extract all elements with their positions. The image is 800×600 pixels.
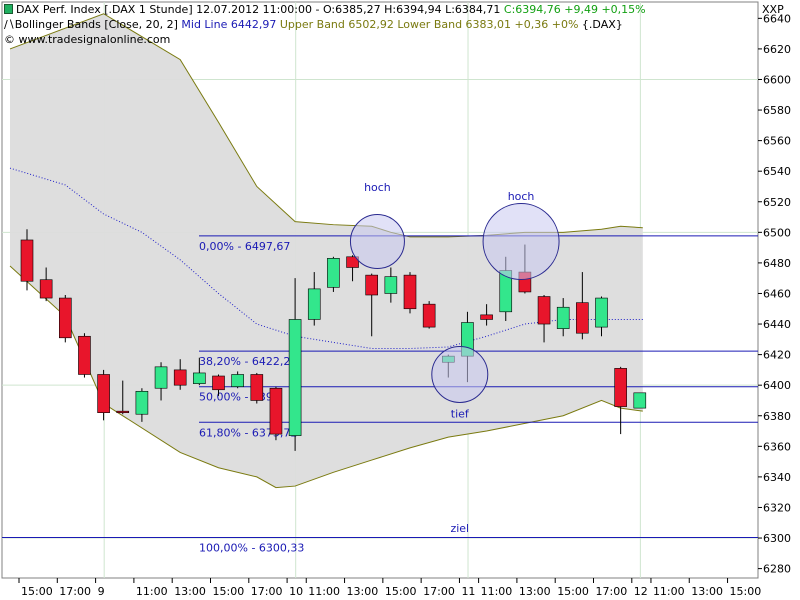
x-tick-label: 11 — [461, 585, 475, 598]
candle-up — [595, 297, 608, 328]
y-tick-label: 6580 — [763, 104, 791, 117]
candle-up — [327, 258, 340, 288]
y-tick-label: 6460 — [763, 287, 791, 300]
candle-up — [154, 366, 168, 389]
y-tick-label: 6340 — [763, 471, 791, 484]
x-tick-label: 17:00 — [59, 585, 91, 598]
candle-down — [20, 239, 34, 282]
x-tick-label: 15:00 — [21, 585, 53, 598]
y-tick-label: 6540 — [763, 165, 791, 178]
x-tick-label: 11:00 — [481, 585, 513, 598]
y-tick-label: 6280 — [763, 563, 791, 576]
x-tick-label: 17:00 — [251, 585, 283, 598]
indicator-icon: ∕∖ — [4, 18, 15, 31]
annotation-circle — [349, 214, 405, 270]
candle-down — [97, 374, 110, 413]
x-tick-label: 15:00 — [213, 585, 245, 598]
bollinger-legend: ∕∖Bollinger Bands [Close, 20, 2] Mid Lin… — [4, 17, 646, 32]
x-tick-label: 17:00 — [423, 585, 455, 598]
x-tick-label: 11:00 — [136, 585, 168, 598]
y-tick-label: 6500 — [763, 226, 791, 239]
fib-level-label: 38,20% - 6422,29 — [199, 355, 297, 368]
candle-down — [365, 274, 379, 296]
candle-up — [633, 392, 647, 409]
x-tick-label: 15:00 — [385, 585, 417, 598]
annotation-label: tief — [451, 407, 470, 420]
x-axis: 15:00 17:00 9 11:00 13:00 15:00 17:00 10 11:00 13… — [18, 578, 762, 598]
x-tick-label: 11:00 — [308, 585, 340, 598]
x-tick-label: 15:00 — [730, 585, 762, 598]
x-tick-label: 11:00 — [653, 585, 685, 598]
y-tick-label: 6480 — [763, 257, 791, 270]
y-tick-label: 6360 — [763, 440, 791, 453]
candle-down — [78, 335, 91, 375]
x-tick-label: 13:00 — [519, 585, 551, 598]
x-tick-label: 9 — [98, 585, 105, 598]
close-change: C:6394,76 +9,49 +0,15% — [503, 3, 646, 16]
fib-level-label: 0,00% - 6497,67 — [199, 240, 290, 253]
y-tick-label: 6380 — [763, 410, 791, 423]
candle-down — [422, 303, 436, 328]
x-tick-label: 13:00 — [691, 585, 723, 598]
candle-down — [116, 410, 130, 413]
candle-up — [556, 306, 570, 329]
candle-down — [250, 374, 264, 401]
x-tick-label: 15:00 — [557, 585, 589, 598]
x-tick-label: 13:00 — [174, 585, 206, 598]
annotation-label: ziel — [450, 522, 469, 535]
y-tick-label: 6620 — [763, 43, 791, 56]
candle-down — [212, 375, 225, 391]
chart-header: DAX Perf. Index [.DAX 1 Stunde] 12.07.20… — [4, 2, 646, 47]
annotation-label: hoch — [508, 190, 535, 203]
copyright-line: © www.tradesignalonline.com — [4, 33, 171, 46]
candle-down — [537, 296, 551, 325]
x-tick-label: 17:00 — [596, 585, 628, 598]
fib-level-label: 50,00% - 6399 — [199, 391, 280, 404]
instrument-icon — [4, 4, 13, 14]
bollinger-name: Bollinger Bands [Close, 20, 2] — [14, 18, 182, 31]
fib-level-label: 100,00% - 6300,33 — [199, 542, 304, 555]
bollinger-symbol: {.DAX} — [578, 18, 623, 31]
candle-down — [58, 297, 72, 339]
y-tick-label: 6560 — [763, 135, 791, 148]
annotation-circle — [482, 203, 560, 281]
x-tick-label: 12 — [634, 585, 648, 598]
instrument-ohlc: DAX Perf. Index [.DAX 1 Stunde] 12.07.20… — [16, 3, 504, 16]
candle-down — [173, 369, 187, 386]
x-tick-label: 10 — [289, 585, 303, 598]
candle-up — [307, 288, 321, 320]
bollinger-bands: Upper Band 6502,92 Lower Band 6383,01 +0… — [276, 18, 579, 31]
candle-down — [403, 274, 417, 310]
candle-up — [231, 374, 244, 388]
candle-up — [384, 276, 398, 294]
x-tick-label: 13:00 — [347, 585, 379, 598]
y-tick-label: 6420 — [763, 349, 791, 362]
chart-window: 0,00% - 6497,67 38,20% - 6422,29 50,00% - … — [0, 0, 800, 600]
y-tick-label: 6440 — [763, 318, 791, 331]
candle-up — [135, 390, 149, 415]
bollinger-mid: Mid Line 6442,97 — [181, 18, 277, 31]
annotation-label: hoch — [364, 181, 391, 194]
fib-level-label: 61,80% - 6375,72 — [199, 426, 297, 439]
candle-down — [480, 314, 493, 320]
y-axis: 6280 6300 6320 6340 6360 6380 6400 6420 6440 6460… — [758, 12, 791, 576]
instrument-line: DAX Perf. Index [.DAX 1 Stunde] 12.07.20… — [4, 2, 646, 17]
candle-down — [614, 368, 627, 407]
candle-down — [576, 302, 589, 334]
candlestick-chart[interactable]: 0,00% - 6497,67 38,20% - 6422,29 50,00% - … — [0, 0, 800, 600]
y-tick-label: 6600 — [763, 73, 791, 86]
y-tick-label: 6520 — [763, 196, 791, 209]
y-tick-label: 6320 — [763, 501, 791, 514]
candle-down — [269, 387, 283, 435]
y-tick-label: 6300 — [763, 532, 791, 545]
y-tick-label: 6400 — [763, 379, 791, 392]
candle-up — [193, 372, 206, 384]
candle-up — [288, 319, 302, 436]
corner-label: XXP — [762, 3, 784, 16]
annotation-circle — [431, 345, 489, 403]
candle-down — [39, 279, 53, 299]
